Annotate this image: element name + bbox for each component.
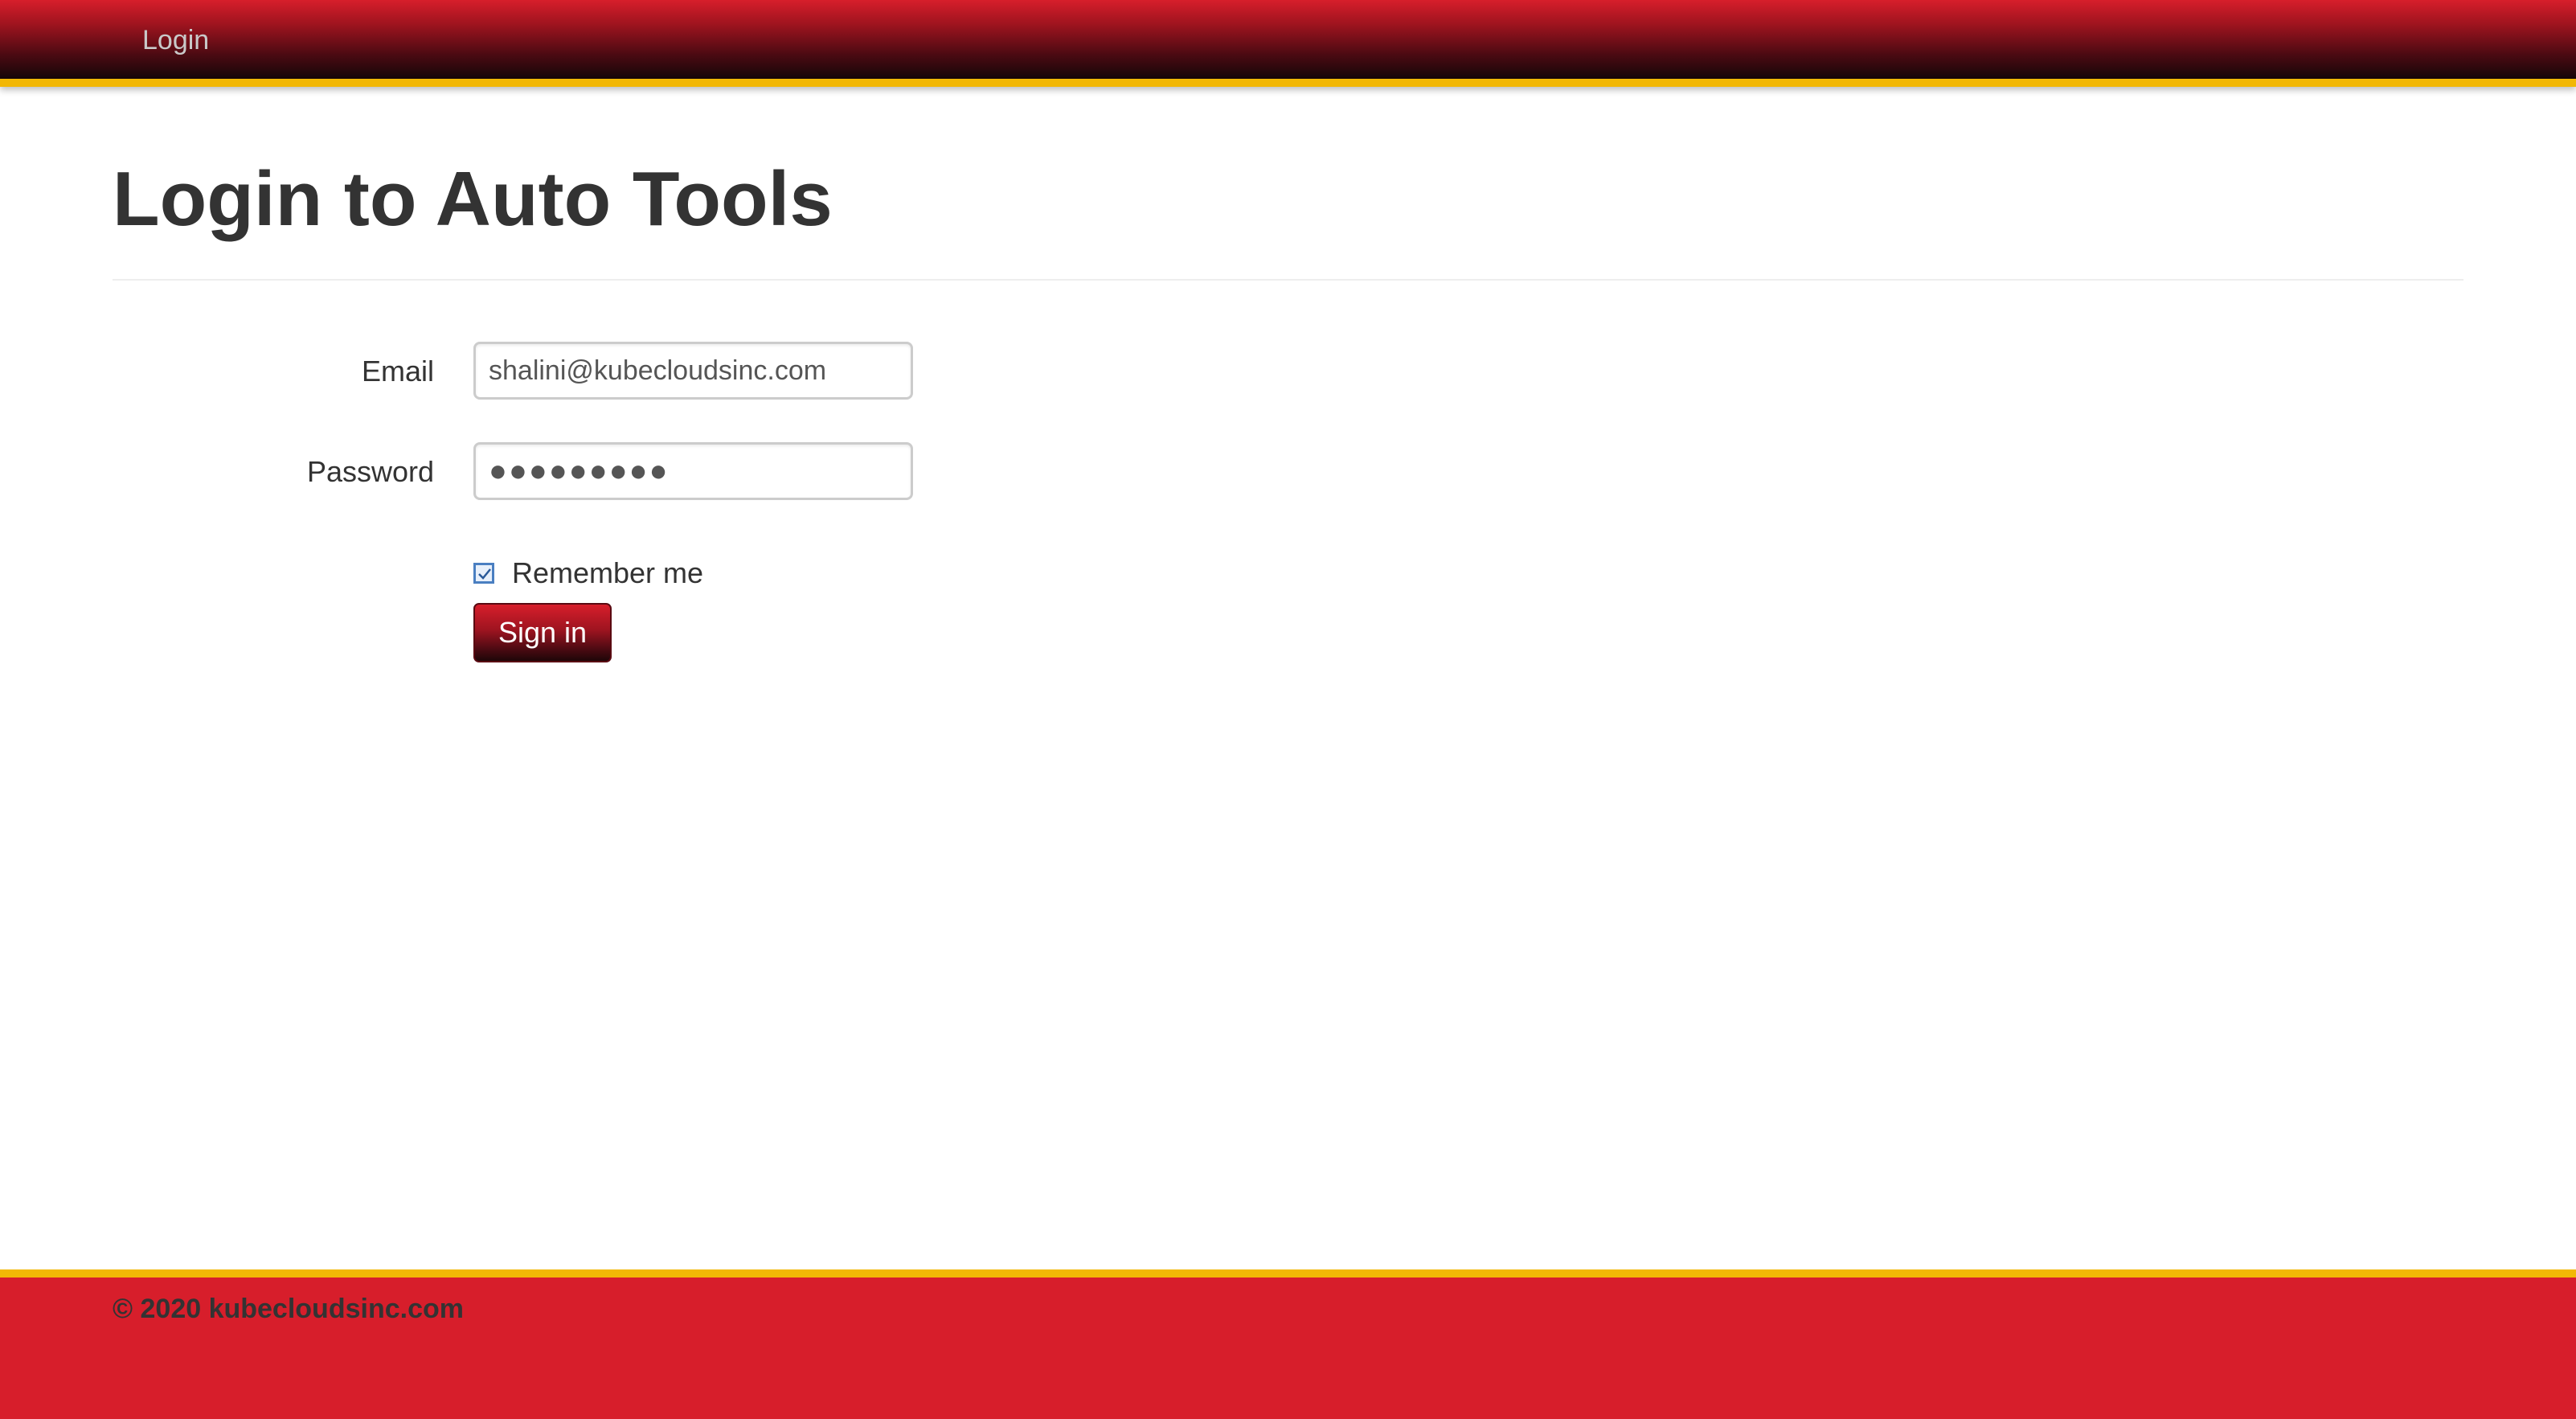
remember-me-label: Remember me — [512, 556, 704, 589]
title-divider — [113, 279, 2463, 281]
remember-me-row[interactable]: Remember me — [473, 553, 703, 593]
check-icon — [478, 568, 491, 580]
nav-login-link[interactable]: Login — [142, 0, 209, 79]
page-title: Login to Auto Tools — [113, 156, 833, 242]
sign-in-button[interactable]: Sign in — [473, 603, 612, 662]
email-label: Email — [361, 355, 434, 388]
top-navbar: Login — [0, 0, 2576, 87]
remember-me-checkbox[interactable] — [473, 563, 494, 584]
password-label: Password — [306, 455, 434, 488]
footer-copyright: © 2020 kubecloudsinc.com — [113, 1294, 464, 1324]
footer: © 2020 kubecloudsinc.com — [0, 1269, 2576, 1419]
password-field[interactable] — [473, 442, 913, 500]
email-field[interactable] — [473, 342, 913, 400]
